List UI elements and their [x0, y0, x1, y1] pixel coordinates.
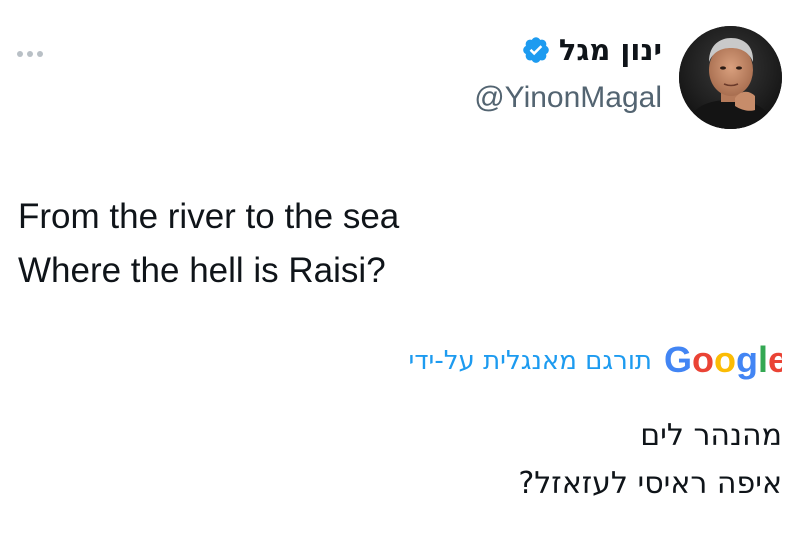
- author-handle[interactable]: @YinonMagal: [474, 76, 662, 120]
- tweet-text-line: Where the hell is Raisi?: [18, 251, 386, 290]
- more-options-icon: [17, 51, 43, 57]
- translation-attribution: תורגם מאנגלית על-ידי Google: [409, 338, 782, 384]
- translated-text-line: מהנהר לים: [640, 418, 782, 453]
- author-name-row: ינון מגל: [474, 30, 662, 70]
- google-logo-icon: Google: [664, 339, 782, 380]
- tweet-text: From the river to the sea Where the hell…: [18, 190, 399, 298]
- translated-text: מהנהר לים איפה ראיסי לעזאזל?: [518, 412, 782, 508]
- svg-text:Google: Google: [664, 339, 782, 380]
- avatar-photo: [679, 26, 782, 129]
- tweet-text-line: From the river to the sea: [18, 197, 400, 236]
- more-options-button[interactable]: [17, 44, 49, 64]
- translated-by-link[interactable]: תורגם מאנגלית על-ידי: [409, 338, 652, 384]
- author-display-name[interactable]: ינון מגל: [559, 30, 662, 70]
- translated-text-line: איפה ראיסי לעזאזל?: [518, 466, 782, 501]
- author-avatar[interactable]: [679, 26, 782, 129]
- verified-badge-icon: [523, 37, 549, 63]
- tweet-author[interactable]: ינון מגל @YinonMagal: [474, 30, 662, 120]
